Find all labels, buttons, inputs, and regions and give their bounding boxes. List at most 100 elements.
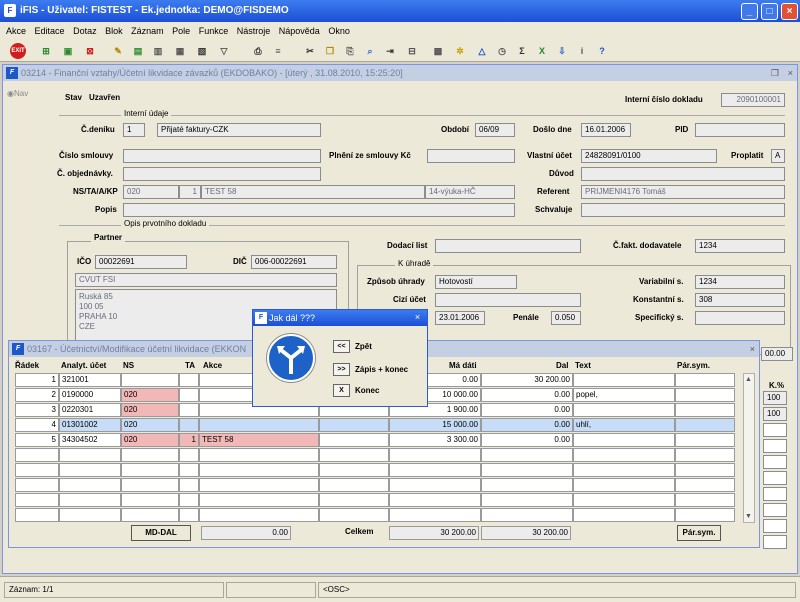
pid-field[interactable] — [695, 123, 785, 137]
form2-close-icon[interactable]: × — [750, 341, 755, 357]
dialog-close-icon[interactable]: × — [411, 311, 424, 324]
row-1-ta[interactable] — [179, 373, 199, 387]
c-deniku-name-field[interactable]: Přijaté faktury-CZK — [157, 123, 321, 137]
md-dal-field[interactable]: 0.00 — [201, 526, 291, 540]
kpct-field-2[interactable]: 100 — [763, 407, 787, 421]
empty-cell[interactable] — [573, 508, 675, 522]
row-4-ta[interactable] — [179, 418, 199, 432]
kpct-field-7[interactable] — [763, 487, 787, 501]
empty-cell[interactable] — [319, 508, 389, 522]
row-4-ns[interactable]: 020 — [121, 418, 179, 432]
celkem-ma-field[interactable]: 30 200.00 — [389, 526, 479, 540]
empty-cell[interactable] — [59, 508, 121, 522]
empty-cell[interactable] — [675, 448, 735, 462]
delete-record-icon[interactable]: ⊠ — [82, 43, 98, 59]
kp-field[interactable]: 14-výuka-HČ — [425, 185, 515, 199]
variabilni-field[interactable]: 1234 — [695, 275, 785, 289]
save-icon[interactable]: ▣ — [60, 43, 76, 59]
referent-field[interactable]: PRIJMENI4176 Tomáš — [581, 185, 785, 199]
empty-cell[interactable] — [481, 508, 573, 522]
sum-icon[interactable]: Σ — [514, 43, 530, 59]
copy-icon[interactable]: ❐ — [322, 43, 338, 59]
scroll-down-icon[interactable]: ▼ — [745, 513, 752, 520]
kpct-field-4[interactable] — [763, 439, 787, 453]
row-2-par[interactable] — [675, 388, 735, 402]
settings-icon[interactable]: ✲ — [452, 43, 468, 59]
row-4-empty[interactable] — [319, 418, 389, 432]
empty-cell[interactable] — [199, 493, 319, 507]
row-1-ns[interactable] — [121, 373, 179, 387]
row-1-radek[interactable]: 1 — [15, 373, 59, 387]
exit-icon[interactable]: EXIT — [10, 43, 26, 59]
empty-cell[interactable] — [179, 493, 199, 507]
row-5-radek[interactable]: 5 — [15, 433, 59, 447]
datum-field[interactable]: 23.01.2006 — [435, 311, 485, 325]
empty-cell[interactable] — [319, 493, 389, 507]
kpct-field-1[interactable]: 100 — [763, 391, 787, 405]
row-1-ucet[interactable]: 321001 — [59, 373, 121, 387]
cizi-ucet-field[interactable] — [435, 293, 581, 307]
execute-query-icon[interactable]: ▤ — [130, 43, 146, 59]
row-5-ma-dati[interactable]: 3 300.00 — [389, 433, 481, 447]
kpct-field-8[interactable] — [763, 503, 787, 517]
row-2-dal[interactable]: 0.00 — [481, 388, 573, 402]
empty-cell[interactable] — [59, 478, 121, 492]
ns-field[interactable]: 020 — [123, 185, 179, 199]
menu-zaznam[interactable]: Záznam — [131, 26, 164, 36]
obdobi-field[interactable]: 06/09 — [475, 123, 515, 137]
penale-field[interactable]: 0.050 — [551, 311, 581, 325]
menu-okno[interactable]: Okno — [328, 26, 350, 36]
konec-button[interactable]: X — [333, 384, 350, 397]
empty-cell[interactable] — [319, 448, 389, 462]
find-icon[interactable]: ⌕ — [362, 43, 378, 59]
list-icon[interactable]: ▧ — [194, 43, 210, 59]
triangle-icon[interactable]: △ — [474, 43, 490, 59]
print-icon[interactable]: ⎙ — [250, 43, 266, 59]
partner-name-field[interactable]: CVUT FSI — [75, 273, 337, 287]
row-5-ucet[interactable]: 34304502 — [59, 433, 121, 447]
row-3-ta[interactable] — [179, 403, 199, 417]
row-2-ta[interactable] — [179, 388, 199, 402]
duvod-field[interactable] — [581, 167, 785, 181]
nav-button[interactable]: ◉Nav — [7, 87, 37, 101]
clock-icon[interactable]: ◷ — [494, 43, 510, 59]
c-deniku-field[interactable]: 1 — [123, 123, 145, 137]
empty-cell[interactable] — [573, 463, 675, 477]
row-4-par[interactable] — [675, 418, 735, 432]
row-5-akce[interactable]: TEST 58 — [199, 433, 319, 447]
empty-cell[interactable] — [59, 448, 121, 462]
scroll-up-icon[interactable]: ▲ — [745, 376, 752, 383]
menu-napoveda[interactable]: Nápověda — [279, 26, 320, 36]
empty-cell[interactable] — [179, 463, 199, 477]
row-4-ucet[interactable]: 01301002 — [59, 418, 121, 432]
empty-cell[interactable] — [389, 508, 481, 522]
empty-cell[interactable] — [481, 493, 573, 507]
empty-cell[interactable] — [121, 448, 179, 462]
empty-cell[interactable] — [15, 508, 59, 522]
ta-field[interactable]: 1 — [179, 185, 201, 199]
celkem-dal-field[interactable]: 30 200.00 — [481, 526, 571, 540]
empty-cell[interactable] — [199, 478, 319, 492]
window-close-icon[interactable]: × — [788, 65, 793, 81]
specificky-field[interactable] — [695, 311, 785, 325]
empty-cell[interactable] — [675, 508, 735, 522]
zapis-konec-button[interactable]: >> — [333, 363, 350, 376]
konstantni-field[interactable]: 308 — [695, 293, 785, 307]
row-1-text[interactable] — [573, 373, 675, 387]
menu-pole[interactable]: Pole — [172, 26, 190, 36]
row-2-text[interactable]: popel, — [573, 388, 675, 402]
kpct-field-10[interactable] — [763, 535, 787, 549]
row-2-radek[interactable]: 2 — [15, 388, 59, 402]
empty-cell[interactable] — [121, 463, 179, 477]
empty-cell[interactable] — [319, 478, 389, 492]
minimize-button[interactable]: _ — [741, 3, 758, 20]
table-scrollbar[interactable]: ▲ ▼ — [743, 373, 755, 523]
dic-field[interactable]: 006-00022691 — [251, 255, 337, 269]
row-1-dal[interactable]: 30 200.00 — [481, 373, 573, 387]
kpct-field-6[interactable] — [763, 471, 787, 485]
ico-field[interactable]: 00022691 — [95, 255, 187, 269]
empty-cell[interactable] — [389, 448, 481, 462]
menu-dotaz[interactable]: Dotaz — [73, 26, 97, 36]
row-3-radek[interactable]: 3 — [15, 403, 59, 417]
row-5-dal[interactable]: 0.00 — [481, 433, 573, 447]
